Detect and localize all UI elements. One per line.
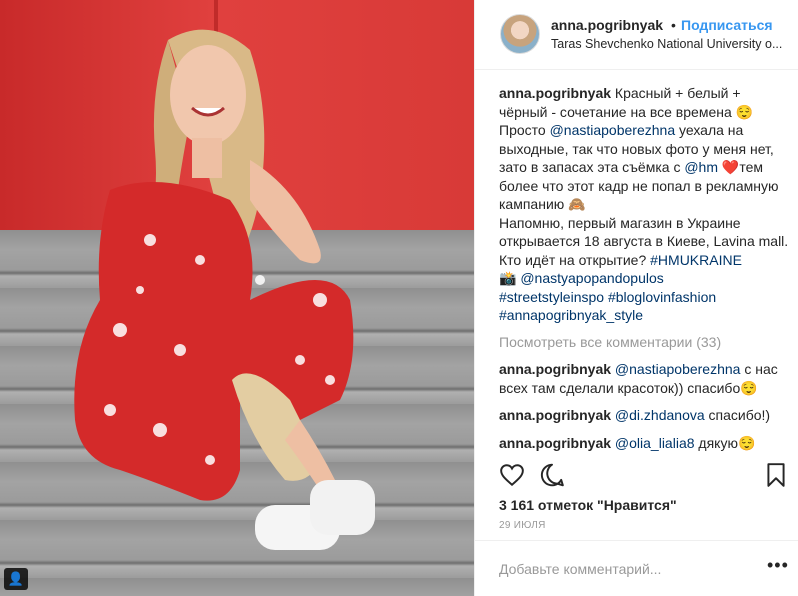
comment-mention[interactable]: @nastiapoberezhna — [615, 361, 741, 377]
hashtag-hmukraine[interactable]: #HMUKRAINE — [650, 252, 742, 268]
comment-username[interactable]: anna.pogribnyak — [499, 361, 611, 377]
post-side-panel: anna.pogribnyak • Подписаться Taras Shev… — [474, 0, 798, 596]
header-separator: • — [671, 17, 676, 33]
comment-item: anna.pogribnyak @di.zhdanova спасибо!) — [499, 406, 789, 425]
post-date[interactable]: 29 ИЮЛЯ — [499, 520, 546, 531]
caption-mention-3[interactable]: @nastyapopandopulos — [520, 270, 663, 286]
comment-username[interactable]: anna.pogribnyak — [499, 407, 611, 423]
caption-text-5: Напомню, первый магазин в Украине открыв… — [499, 214, 789, 268]
caption: anna.pogribnyak Красный + белый + чёрный… — [499, 84, 789, 325]
post-actions — [499, 462, 789, 492]
comments-section: anna.pogribnyak Красный + белый + чёрный… — [499, 84, 789, 452]
camera-emoji: 📸 — [499, 270, 517, 286]
caption-text-2: Просто — [499, 122, 546, 138]
woman-in-red-dress — [74, 29, 375, 550]
comment-text: дякую😌 — [698, 434, 756, 451]
likes-count[interactable]: 3 161 отметок "Нравится" — [499, 497, 677, 513]
comment-input[interactable]: Добавьте комментарий... — [499, 561, 661, 577]
caption-mention-1[interactable]: @nastiapoberezhna — [550, 122, 676, 138]
user-tag-icon[interactable]: 👤 — [4, 568, 28, 590]
heart-icon[interactable] — [499, 462, 525, 488]
comment-item: anna.pogribnyak @nastiapoberezhna с нас … — [499, 360, 789, 397]
post-photo[interactable]: 👤 — [0, 0, 474, 596]
comment-mention[interactable]: @olia_lialia8 — [615, 435, 695, 451]
hashtag-streetstyleinspo[interactable]: #streetstyleinspo — [499, 289, 604, 305]
add-comment-bar: Добавьте комментарий... ••• — [475, 540, 798, 596]
more-options-icon[interactable]: ••• — [767, 555, 789, 576]
comment-username[interactable]: anna.pogribnyak — [499, 435, 611, 451]
instagram-post: 👤 anna.pogribnyak • Подписаться Taras Sh… — [0, 0, 798, 596]
view-all-comments-link[interactable]: Посмотреть все комментарии (33) — [499, 333, 789, 352]
header-username[interactable]: anna.pogribnyak — [551, 17, 663, 33]
bookmark-icon[interactable] — [763, 462, 789, 488]
avatar[interactable] — [500, 14, 540, 54]
caption-username[interactable]: anna.pogribnyak — [499, 85, 611, 101]
comment-item: anna.pogribnyak @olia_lialia8 дякую😌 — [499, 434, 789, 453]
comment-text: спасибо!) — [708, 407, 771, 423]
location-link[interactable]: Taras Shevchenko National University o..… — [551, 37, 783, 51]
comment-mention[interactable]: @di.zhdanova — [615, 407, 705, 423]
post-header: anna.pogribnyak • Подписаться Taras Shev… — [475, 0, 798, 70]
comment-bubble-icon[interactable] — [539, 462, 565, 488]
caption-mention-2[interactable]: @hm — [684, 159, 718, 175]
hashtag-bloglovinfashion[interactable]: #bloglovinfashion — [608, 289, 716, 305]
follow-button[interactable]: Подписаться — [681, 17, 773, 33]
hashtag-annapogribnyak-style[interactable]: #annapogribnyak_style — [499, 307, 643, 323]
